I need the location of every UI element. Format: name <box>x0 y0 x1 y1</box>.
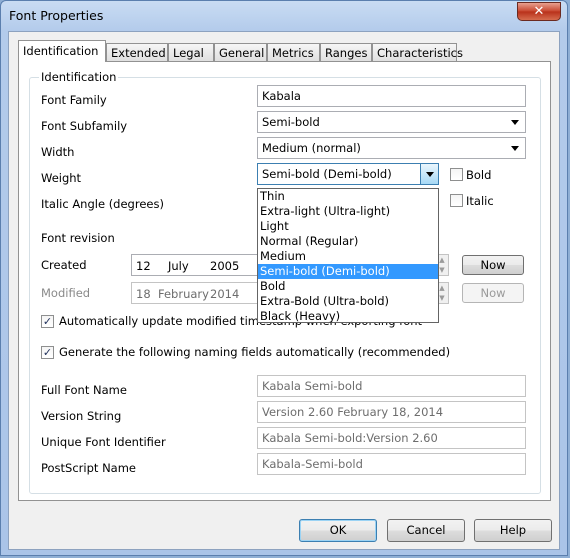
font-subfamily-label: Font Subfamily <box>41 119 128 133</box>
chevron-down-icon <box>511 120 519 125</box>
width-combo[interactable]: Medium (normal) <box>257 137 526 159</box>
full-font-name-label: Full Font Name <box>41 383 127 397</box>
weight-option[interactable]: Bold <box>258 279 438 294</box>
created-now-button[interactable]: Now <box>462 255 524 275</box>
created-month[interactable]: July <box>168 259 189 273</box>
unique-font-identifier-field[interactable]: Kabala Semi-bold:Version 2.60 <box>257 427 526 449</box>
ok-button[interactable]: OK <box>299 519 377 542</box>
unique-font-identifier-label: Unique Font Identifier <box>41 435 166 449</box>
weight-option[interactable]: Light <box>258 219 438 234</box>
bold-checkbox[interactable] <box>450 168 463 181</box>
weight-label: Weight <box>41 171 82 185</box>
tab-metrics[interactable]: Metrics <box>267 43 320 62</box>
title-bar[interactable]: Font Properties ✕ <box>1 1 567 31</box>
group-title: Identification <box>39 70 119 84</box>
modified-month: February <box>158 287 209 301</box>
font-properties-window: Font Properties ✕ Identification Extende… <box>0 0 568 556</box>
weight-option[interactable]: Medium <box>258 249 438 264</box>
width-label: Width <box>41 145 75 159</box>
weight-option[interactable]: Extra-light (Ultra-light) <box>258 204 438 219</box>
tab-ranges[interactable]: Ranges <box>320 43 372 62</box>
help-button[interactable]: Help <box>474 519 552 542</box>
cancel-button[interactable]: Cancel <box>387 519 465 542</box>
weight-combo[interactable]: Semi-bold (Demi-bold) <box>257 163 439 185</box>
generate-naming-label: Generate the following naming fields aut… <box>59 345 451 359</box>
postscript-name-field[interactable]: Kabala-Semi-bold <box>257 453 526 475</box>
created-year[interactable]: 2005 <box>210 259 239 273</box>
modified-year: 2014 <box>210 287 240 301</box>
tab-legal[interactable]: Legal <box>168 43 214 62</box>
weight-option[interactable]: Extra-Bold (Ultra-bold) <box>258 294 438 309</box>
font-family-field[interactable]: Kabala <box>257 85 526 107</box>
modified-day: 18 <box>136 287 151 301</box>
weight-value: Semi-bold (Demi-bold) <box>262 167 392 181</box>
version-string-field[interactable]: Version 2.60 February 18, 2014 <box>257 401 526 423</box>
auto-update-checkbox[interactable]: ✓ <box>41 315 54 328</box>
close-button[interactable]: ✕ <box>517 2 561 21</box>
weight-option-selected[interactable]: Semi-bold (Demi-bold) <box>258 264 438 279</box>
weight-option[interactable]: Thin <box>258 189 438 204</box>
tab-identification[interactable]: Identification <box>18 40 106 62</box>
weight-option[interactable]: Black (Heavy) <box>258 309 438 324</box>
weight-dropdown-list[interactable]: Thin Extra-light (Ultra-light) Light Nor… <box>257 188 439 323</box>
postscript-name-label: PostScript Name <box>41 461 136 475</box>
tab-characteristics[interactable]: Characteristics <box>372 43 463 62</box>
created-day[interactable]: 12 <box>136 259 151 273</box>
font-revision-label: Font revision <box>41 231 115 245</box>
chevron-down-icon <box>426 172 434 177</box>
version-string-label: Version String <box>41 409 122 423</box>
created-label: Created <box>41 258 87 272</box>
generate-naming-checkbox[interactable]: ✓ <box>41 346 54 359</box>
font-subfamily-combo[interactable]: Semi-bold <box>257 111 526 133</box>
font-family-label: Font Family <box>41 93 107 107</box>
tab-extended[interactable]: Extended <box>106 43 168 62</box>
chevron-down-icon <box>511 146 519 151</box>
full-font-name-field[interactable]: Kabala Semi-bold <box>257 375 526 397</box>
tab-general[interactable]: General <box>214 43 267 62</box>
created-date-field[interactable]: 12 July 2005 <box>131 254 259 276</box>
bold-label: Bold <box>466 168 492 182</box>
font-subfamily-value: Semi-bold <box>262 115 320 129</box>
weight-dropdown-button[interactable] <box>420 164 438 184</box>
italic-checkbox[interactable] <box>450 194 463 207</box>
modified-label: Modified <box>41 286 91 300</box>
modified-date-field: 18 February 2014 <box>131 282 259 304</box>
window-title: Font Properties <box>9 8 104 23</box>
width-value: Medium (normal) <box>262 141 361 155</box>
modified-now-button: Now <box>462 283 524 303</box>
italic-angle-label: Italic Angle (degrees) <box>41 197 164 211</box>
italic-label: Italic <box>466 194 494 208</box>
weight-option[interactable]: Normal (Regular) <box>258 234 438 249</box>
